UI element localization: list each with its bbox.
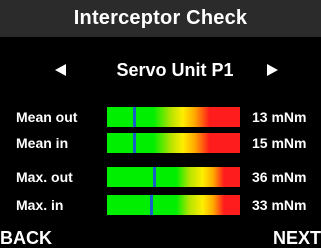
measurement-row-mean-in: Mean in 15 mNm [0, 130, 321, 156]
measurement-value: 15 mNm [252, 135, 307, 151]
measurement-value: 33 mNm [252, 197, 307, 213]
next-unit-button[interactable] [262, 60, 282, 80]
measurement-value: 36 mNm [252, 169, 307, 185]
level-bar [107, 133, 240, 153]
measurement-label: Mean out [16, 109, 78, 125]
measurement-row-mean-out: Mean out 13 mNm [0, 104, 321, 130]
level-marker [152, 167, 156, 187]
level-bar [107, 107, 240, 127]
previous-unit-button[interactable] [50, 60, 70, 80]
measurement-label: Max. in [16, 197, 64, 213]
level-marker [149, 195, 153, 215]
page-title: Interceptor Check [73, 7, 248, 29]
measurement-label: Max. out [16, 169, 73, 185]
unit-name: Servo Unit P1 [116, 59, 234, 80]
level-bar [107, 195, 240, 215]
level-marker [132, 107, 136, 127]
measurement-value: 13 mNm [252, 109, 307, 125]
unit-selector: Servo Unit P1 [0, 53, 321, 87]
triangle-right-icon [266, 64, 278, 76]
level-marker [132, 133, 136, 153]
next-button[interactable]: NEXT [273, 228, 321, 248]
level-bar [107, 167, 240, 187]
measurement-row-max-in: Max. in 33 mNm [0, 192, 321, 218]
measurement-row-max-out: Max. out 36 mNm [0, 164, 321, 190]
measurement-label: Mean in [16, 135, 69, 151]
back-button[interactable]: BACK [0, 228, 52, 248]
triangle-left-icon [54, 64, 66, 76]
title-bar: Interceptor Check [0, 0, 321, 37]
